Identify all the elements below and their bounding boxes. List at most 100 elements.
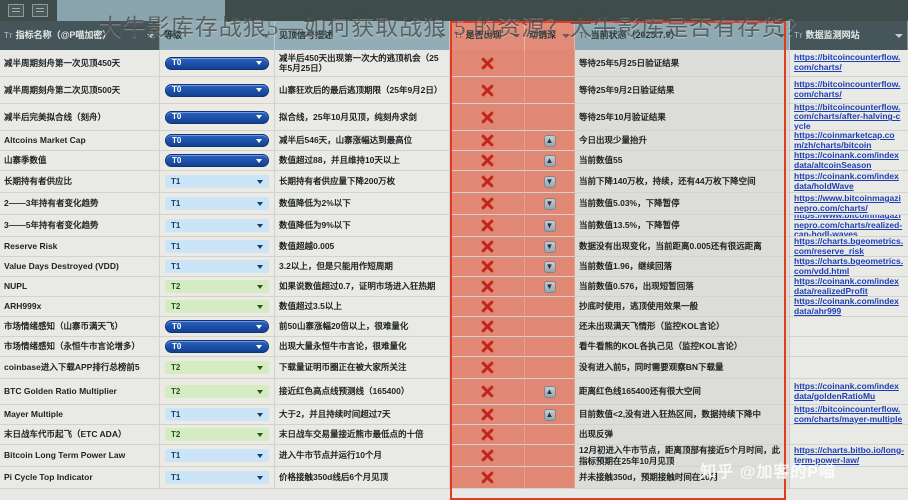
cell-indicator-name[interactable]: 减半后完美拟合线（刻舟） <box>0 104 160 131</box>
cell-current-status[interactable]: 还未出现满天飞情形（监控KOL言论） <box>575 317 790 337</box>
chevron-down-icon[interactable] <box>257 304 263 309</box>
cell-signal-description[interactable]: 数值降低为2%以下 <box>275 193 450 215</box>
cell-trend[interactable] <box>525 425 575 445</box>
chevron-down-icon[interactable] <box>257 223 263 228</box>
cell-signal-triggered[interactable] <box>450 379 525 405</box>
cell-data-source-url[interactable]: https://bitcoincounterflow.com/charts/af… <box>790 104 908 131</box>
data-source-link[interactable]: https://charts.bgeometrics.com/vdd.html <box>794 257 904 276</box>
cell-trend[interactable] <box>525 50 575 77</box>
chevron-down-icon[interactable] <box>257 453 263 458</box>
cell-indicator-name[interactable]: Value Days Destroyed (VDD) <box>0 257 160 277</box>
chevron-down-icon[interactable] <box>256 88 262 92</box>
cell-data-source-url[interactable]: https://www.bitcoinmagazinepro.com/chart… <box>790 215 908 237</box>
data-source-link[interactable]: https://www.bitcoinmagazinepro.com/chart… <box>794 215 904 236</box>
data-source-link[interactable]: https://coinank.com/indexdata/ahr999 <box>794 297 904 316</box>
cell-trend[interactable]: ▲ <box>525 151 575 171</box>
cell-tier[interactable]: T2 <box>160 379 275 405</box>
cell-trend[interactable] <box>525 104 575 131</box>
cell-signal-description[interactable]: 数值超越0.005 <box>275 237 450 257</box>
cell-signal-triggered[interactable] <box>450 425 525 445</box>
cell-trend[interactable]: ▼ <box>525 237 575 257</box>
cell-data-source-url[interactable] <box>790 357 908 379</box>
cell-trend[interactable] <box>525 467 575 489</box>
data-source-link[interactable]: https://bitcoincounterflow.com/charts/af… <box>794 104 904 130</box>
chevron-down-icon[interactable] <box>257 284 263 289</box>
cell-trend[interactable] <box>525 297 575 317</box>
table-row[interactable]: Value Days Destroyed (VDD) T1 3.2以上，但是只能用作… <box>0 257 908 277</box>
cell-signal-triggered[interactable] <box>450 467 525 489</box>
cell-signal-description[interactable]: 减半后450天出现第一次大的逃顶机会（25年5月25日） <box>275 50 450 77</box>
cell-tier[interactable]: T2 <box>160 425 275 445</box>
tier-badge[interactable]: T2 <box>165 300 269 313</box>
cell-data-source-url[interactable]: https://charts.bgeometrics.com/reserve_r… <box>790 237 908 257</box>
cell-signal-triggered[interactable] <box>450 357 525 379</box>
cell-indicator-name[interactable]: 减半周期刻舟第一次见顶450天 <box>0 50 160 77</box>
cell-current-status[interactable]: 当前数值5.03%，下降暂停 <box>575 193 790 215</box>
tier-badge[interactable]: T2 <box>165 280 269 293</box>
cell-tier[interactable]: T2 <box>160 297 275 317</box>
tier-badge[interactable]: T0 <box>165 110 269 124</box>
cell-indicator-name[interactable]: 减半周期刻舟第二次见顶500天 <box>0 77 160 104</box>
chevron-down-icon[interactable] <box>257 412 263 417</box>
tier-badge[interactable]: T2 <box>165 361 269 374</box>
cell-current-status[interactable]: 数据没有出现变化，当前距离0.005还有很远距离 <box>575 237 790 257</box>
chevron-down-icon[interactable] <box>257 179 263 184</box>
tier-badge[interactable]: T2 <box>165 428 269 441</box>
cell-indicator-name[interactable]: coinbase进入下载APP排行总榜前5 <box>0 357 160 379</box>
chevron-down-icon[interactable] <box>257 432 263 437</box>
table-body[interactable]: 减半周期刻舟第一次见顶450天 T0 减半后450天出现第一次大的逃顶机会（25年5… <box>0 50 908 500</box>
table-row[interactable]: 减半周期刻舟第二次见顶500天 T0 山寨狂欢后的最后逃顶期限（25年9月2日） 等待… <box>0 77 908 104</box>
cell-tier[interactable]: T0 <box>160 317 275 337</box>
cell-current-status[interactable]: 等待25年9月2日验证结果 <box>575 77 790 104</box>
data-source-link[interactable]: https://bitcoincounterflow.com/charts/ma… <box>794 405 904 424</box>
tier-badge[interactable]: T0 <box>165 320 269 333</box>
table-row[interactable]: coinbase进入下载APP排行总榜前5 T2 下载量证明币圈正在被大家所关注 没有… <box>0 357 908 379</box>
chevron-down-icon[interactable] <box>256 324 262 329</box>
table-row[interactable]: BTC Golden Ratio Multiplier T2 接近红色高点线预测线（… <box>0 379 908 405</box>
cell-trend[interactable] <box>525 357 575 379</box>
cell-tier[interactable]: T2 <box>160 277 275 297</box>
cell-tier[interactable]: T0 <box>160 131 275 151</box>
cell-data-source-url[interactable]: https://coinmarketcap.com/zh/charts/bitc… <box>790 131 908 151</box>
cell-signal-description[interactable]: 数值降低为9%以下 <box>275 215 450 237</box>
cell-indicator-name[interactable]: Bitcoin Long Term Power Law <box>0 445 160 467</box>
cell-signal-triggered[interactable] <box>450 405 525 425</box>
table-row[interactable]: 2——3年持有者变化趋势 T1 数值降低为2%以下 ▼ 当前数值5.03%，下降暂停 ht… <box>0 193 908 215</box>
cell-signal-description[interactable]: 数值超过88，并且维持10天以上 <box>275 151 450 171</box>
cell-data-source-url[interactable] <box>790 337 908 357</box>
table-row[interactable]: 减半周期刻舟第一次见顶450天 T0 减半后450天出现第一次大的逃顶机会（25年5… <box>0 50 908 77</box>
cell-data-source-url[interactable] <box>790 425 908 445</box>
cell-indicator-name[interactable]: BTC Golden Ratio Multiplier <box>0 379 160 405</box>
cell-signal-triggered[interactable] <box>450 297 525 317</box>
cell-trend[interactable]: ▼ <box>525 215 575 237</box>
tier-badge[interactable]: T1 <box>165 408 269 421</box>
cell-current-status[interactable]: 等待25年5月25日验证结果 <box>575 50 790 77</box>
table-row[interactable]: NUPL T2 如果说数值超过0.7，证明市场进入狂热期 ▼ 当前数值0.576，出现短… <box>0 277 908 297</box>
cell-current-status[interactable]: 距离红色线165400还有很大空间 <box>575 379 790 405</box>
cell-signal-description[interactable]: 数值超过3.5以上 <box>275 297 450 317</box>
chevron-down-icon[interactable] <box>256 344 262 349</box>
cell-signal-description[interactable]: 长期持有者供应量下降200万枚 <box>275 171 450 193</box>
cell-signal-triggered[interactable] <box>450 50 525 77</box>
chevron-down-icon[interactable] <box>257 475 263 480</box>
cell-trend[interactable]: ▼ <box>525 257 575 277</box>
cell-data-source-url[interactable]: https://coinank.com/indexdata/realizedPr… <box>790 277 908 297</box>
cell-signal-description[interactable]: 接近红色高点线预测线（165400） <box>275 379 450 405</box>
cell-indicator-name[interactable]: Mayer Multiple <box>0 405 160 425</box>
chevron-down-icon[interactable] <box>256 115 262 119</box>
tier-badge[interactable]: T0 <box>165 56 269 70</box>
tier-badge[interactable]: T1 <box>165 197 269 210</box>
cell-current-status[interactable]: 今日出现少量抬升 <box>575 131 790 151</box>
cell-data-source-url[interactable]: https://charts.bgeometrics.com/vdd.html <box>790 257 908 277</box>
cell-data-source-url[interactable]: https://bitcoincounterflow.com/charts/ma… <box>790 405 908 425</box>
data-source-link[interactable]: https://bitcoincounterflow.com/charts/ <box>794 53 904 72</box>
cell-data-source-url[interactable]: https://bitcoincounterflow.com/charts/ <box>790 77 908 104</box>
cell-tier[interactable]: T0 <box>160 77 275 104</box>
cell-signal-description[interactable]: 大于2，并且持续时间超过7天 <box>275 405 450 425</box>
cell-current-status[interactable]: 抄底时使用，逃顶使用效果一般 <box>575 297 790 317</box>
table-row[interactable]: 减半后完美拟合线（刻舟） T0 拟合线，25年10月见顶，纯刻舟求剑 等待25年10月… <box>0 104 908 131</box>
cell-tier[interactable]: T0 <box>160 337 275 357</box>
cell-indicator-name[interactable]: 市场情绪感知（永恒牛市言论增多） <box>0 337 160 357</box>
cell-trend[interactable]: ▲ <box>525 379 575 405</box>
data-source-link[interactable]: https://coinmarketcap.com/zh/charts/bitc… <box>794 131 904 150</box>
